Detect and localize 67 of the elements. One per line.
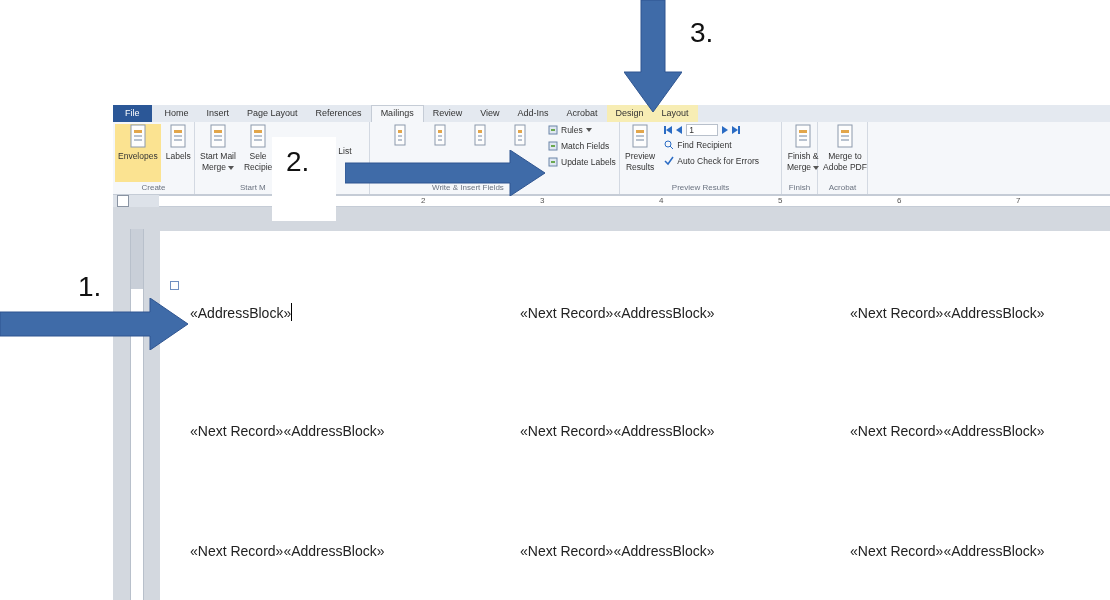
record-number-field[interactable]: 1 — [686, 124, 719, 136]
ribbon-tab[interactable]: Add-Ins — [508, 105, 558, 122]
ruler-number: 2 — [421, 196, 426, 206]
merge-field-text: «Next Record»«AddressBlock» — [520, 304, 715, 323]
ribbon-tab[interactable]: Acrobat — [557, 105, 607, 122]
ribbon-button[interactable]: Start Mail Merge — [197, 124, 239, 182]
merge-field-text: «AddressBlock» — [190, 304, 292, 323]
merge-field-text: «Next Record»«AddressBlock» — [850, 422, 1045, 441]
ribbon-tab[interactable]: File — [113, 105, 152, 122]
search-icon — [664, 140, 675, 151]
ruler-corner-icon[interactable] — [117, 195, 129, 207]
ribbon-button[interactable]: Find Recipient — [664, 139, 759, 152]
ribbon-group-label: Acrobat — [828, 182, 857, 194]
previous-record-icon[interactable] — [676, 126, 683, 134]
ribbon-button[interactable]: Rules — [548, 124, 616, 137]
first-record-icon[interactable] — [664, 126, 673, 134]
ruler-number: 7 — [1016, 196, 1021, 206]
ribbon-tab[interactable]: Home — [155, 105, 198, 122]
ribbon-tab[interactable]: View — [471, 105, 509, 122]
last-record-icon[interactable] — [732, 126, 741, 134]
merge-field-text: «Next Record»«AddressBlock» — [850, 304, 1045, 323]
field-icon — [548, 141, 558, 152]
ribbon-tab[interactable]: References — [306, 105, 371, 122]
field-icon — [548, 125, 558, 136]
horizontal-ruler[interactable]: 2 3 4 5 6 7 — [159, 195, 1110, 207]
ribbon-tab[interactable]: Page Layout — [238, 105, 307, 122]
ribbon-tab[interactable]: Insert — [197, 105, 239, 122]
ribbon-tab[interactable]: Layout — [652, 105, 698, 122]
vertical-ruler[interactable] — [129, 229, 144, 600]
merge-field-text: «Next Record»«AddressBlock» — [850, 542, 1045, 561]
ribbon-button[interactable]: Labels — [162, 124, 194, 182]
step-number: 2. — [286, 147, 310, 177]
ribbon-button[interactable]: Finish & Merge — [784, 124, 823, 182]
ruler-number: 6 — [897, 196, 902, 206]
ribbon-button[interactable]: Auto Check for Errors — [664, 154, 759, 168]
ruler-number: 4 — [659, 196, 664, 206]
ribbon-group-label: Create — [141, 182, 166, 194]
field-icon — [548, 156, 558, 167]
ribbon-button[interactable]: Merge to Adobe PDF — [820, 124, 870, 182]
ribbon-group-label: Preview Results — [671, 182, 730, 194]
ribbon-button[interactable]: Update Labels — [548, 155, 616, 169]
merge-field-text: «Next Record»«AddressBlock» — [190, 542, 385, 561]
ribbon-tab[interactable]: Mailings — [370, 105, 424, 122]
ribbon-tab[interactable]: Review — [423, 105, 472, 122]
merge-field-text: «Next Record»«AddressBlock» — [190, 422, 385, 441]
ribbon-tab[interactable]: Design — [606, 105, 653, 122]
check-icon — [664, 156, 675, 167]
ribbon-group-label: Finish — [788, 182, 811, 194]
ribbon-button[interactable]: Envelopes — [115, 124, 161, 182]
ribbon-button[interactable]: Match Fields — [548, 139, 616, 153]
step-number: 3. — [690, 16, 714, 50]
table-move-handle-icon[interactable] — [170, 281, 179, 290]
ruler-number: 5 — [778, 196, 783, 206]
ribbon-group-label: Start M — [240, 182, 266, 194]
ribbon-button[interactable]: Preview Results — [622, 124, 659, 182]
document-icon[interactable] — [431, 124, 449, 146]
ribbon-group-label: Write & Insert Fields — [432, 182, 504, 194]
merge-field-text: «Next Record»«AddressBlock» — [520, 542, 715, 561]
document-icon[interactable] — [391, 124, 409, 146]
merge-field-text: «Next Record»«AddressBlock» — [520, 422, 715, 441]
ribbon-button-label[interactable]: List — [338, 144, 352, 158]
ruler-number: 3 — [540, 196, 545, 206]
document-icon[interactable] — [471, 124, 489, 146]
document-icon[interactable] — [511, 124, 529, 146]
step-number: 1. — [78, 270, 102, 304]
ribbon-button[interactable]: Sele Recipie — [240, 124, 276, 182]
next-record-icon[interactable] — [722, 126, 729, 134]
